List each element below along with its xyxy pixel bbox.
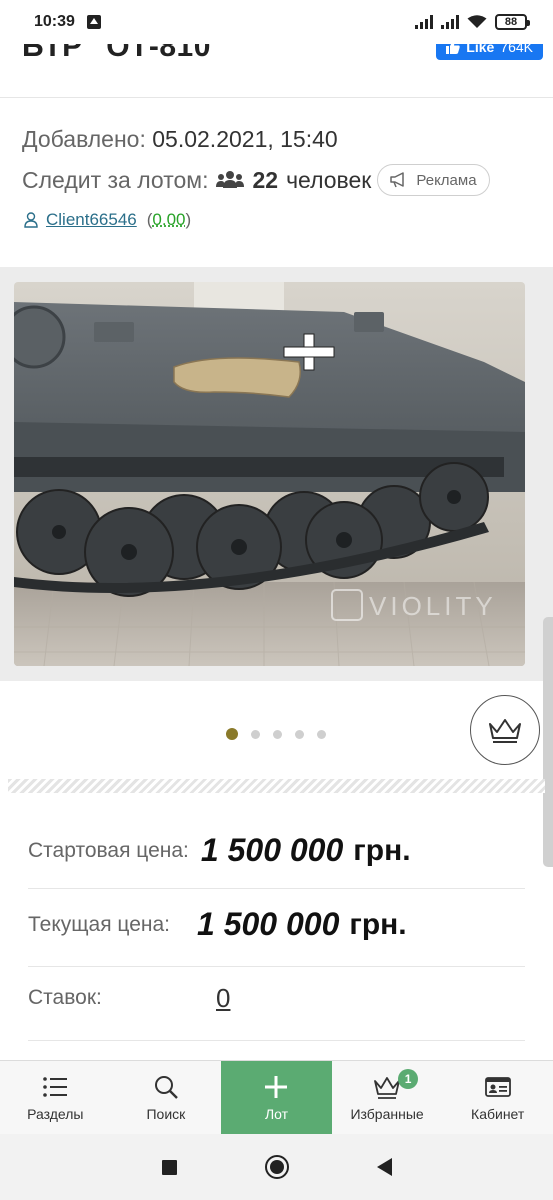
nav-favorites-label: Избранные [350, 1105, 424, 1122]
nav-favorites[interactable]: 1 Избранные [332, 1061, 443, 1134]
header-divider [0, 97, 553, 98]
watermark-text: VIOLITY [369, 591, 497, 621]
seller-rating: (0.00) [147, 210, 191, 230]
plus-icon [265, 1075, 288, 1098]
bids-label: Ставок: [28, 986, 102, 1009]
followers-unit: человек [286, 166, 372, 193]
row-divider [28, 966, 525, 967]
bids-count-link[interactable]: 0 [216, 983, 230, 1014]
start-price-value: 1 500 000 [200, 832, 344, 868]
followers-label: Следит за лотом: [22, 166, 209, 193]
slide-dot-1[interactable] [226, 728, 238, 740]
slide-dot-3[interactable] [273, 729, 282, 739]
bottom-navigation: Разделы Поиск Лот 1 Избранные Кабинет [0, 1060, 553, 1134]
lot-photo[interactable]: VIOLITY [14, 282, 525, 666]
row-divider [28, 1040, 525, 1041]
added-label: Добавлено: [22, 126, 146, 152]
nav-sections-label: Разделы [27, 1105, 84, 1122]
status-icons: 88 [415, 14, 530, 30]
added-date-line: Добавлено: 05.02.2021, 15:40 [22, 126, 338, 153]
seller-rating-value[interactable]: 0.00 [152, 210, 185, 229]
system-navigation-bar [0, 1134, 553, 1200]
slide-dot-5[interactable] [317, 729, 326, 739]
nav-sections[interactable]: Разделы [0, 1061, 111, 1134]
bids-row: Ставок: 0 [28, 983, 525, 1013]
recent-apps-button[interactable] [161, 1159, 177, 1175]
nav-add-lot-label: Лот [264, 1105, 289, 1122]
current-price-currency: грн. [349, 907, 407, 941]
slide-dot-2[interactable] [251, 729, 260, 739]
upload-notification-icon [86, 15, 101, 29]
added-value: 05.02.2021, 15:40 [152, 126, 338, 152]
wifi-icon [467, 15, 487, 28]
people-icon [216, 171, 245, 188]
megaphone-icon [390, 172, 405, 188]
followers-line: Следит за лотом: 22 человек Реклама [22, 164, 490, 196]
cell-signal-2-icon [441, 15, 459, 29]
advertise-label: Реклама [416, 171, 477, 189]
crown-icon [489, 719, 521, 743]
id-card-icon [484, 1076, 511, 1097]
search-icon [154, 1075, 178, 1099]
user-icon [24, 212, 38, 228]
seller-line: Client66546 (0.00) [24, 210, 191, 230]
home-button[interactable] [264, 1155, 289, 1179]
crown-icon [374, 1076, 400, 1099]
scrollbar[interactable] [543, 617, 553, 867]
followers-count: 22 [252, 166, 279, 193]
seller-rating-close: ) [185, 210, 192, 229]
favorites-badge: 1 [398, 1069, 419, 1089]
start-price-currency: грн. [353, 833, 411, 867]
current-price-value: 1 500 000 [197, 906, 340, 942]
nav-search[interactable]: Поиск [111, 1061, 222, 1134]
nav-add-lot[interactable]: Лот [221, 1061, 332, 1134]
section-separator [8, 779, 545, 793]
advertise-button[interactable]: Реклама [377, 164, 490, 196]
current-price-label: Текущая цена: [28, 912, 170, 936]
menu-list-icon [43, 1076, 68, 1097]
seller-link[interactable]: Client66546 [46, 210, 137, 230]
nav-cabinet-label: Кабинет [471, 1105, 525, 1122]
add-to-favorites-button[interactable] [470, 695, 540, 765]
nav-search-label: Поиск [146, 1105, 186, 1122]
armored-vehicle-photo: VIOLITY [14, 282, 525, 666]
battery-icon: 88 [495, 14, 530, 30]
status-bar: 10:39 88 [0, 0, 553, 44]
slide-dot-4[interactable] [295, 729, 304, 739]
nav-cabinet[interactable]: Кабинет [442, 1061, 553, 1134]
gallery-pagination [226, 728, 326, 740]
status-time: 10:39 [34, 13, 75, 30]
back-button[interactable] [376, 1158, 392, 1176]
cell-signal-icon [415, 15, 433, 29]
photo-gallery[interactable]: VIOLITY [0, 267, 553, 867]
row-divider [28, 888, 525, 889]
start-price-row: Стартовая цена: 1 500 000 грн. [28, 832, 525, 869]
current-price-row: Текущая цена: 1 500 000 грн. [28, 906, 525, 943]
start-price-label: Стартовая цена: [28, 838, 189, 862]
